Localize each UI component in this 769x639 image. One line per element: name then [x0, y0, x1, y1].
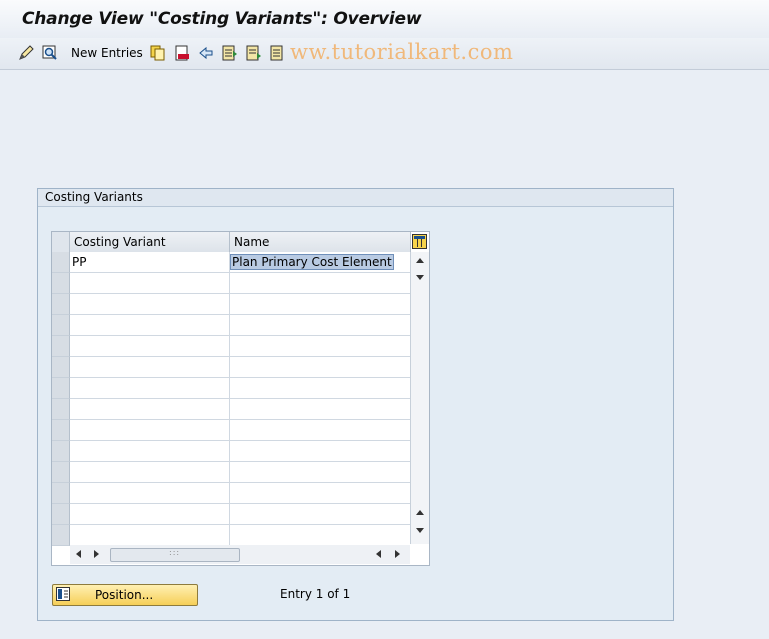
undo-icon[interactable]	[198, 45, 214, 61]
cell-costing-variant[interactable]	[70, 378, 230, 399]
row-selector[interactable]	[52, 441, 70, 462]
cell-name[interactable]	[230, 504, 410, 525]
horizontal-scrollbar[interactable]: :::	[70, 545, 410, 564]
cell-costing-variant[interactable]	[70, 357, 230, 378]
position-button-label: Position...	[95, 588, 154, 602]
scroll-right-icon[interactable]	[94, 550, 99, 558]
cell-name[interactable]	[230, 378, 410, 399]
row-selector[interactable]	[52, 336, 70, 357]
cell-name[interactable]	[230, 462, 410, 483]
copy-icon[interactable]	[150, 45, 166, 61]
cell-costing-variant[interactable]	[70, 441, 230, 462]
row-selector[interactable]	[52, 294, 70, 315]
cell-costing-variant[interactable]	[70, 336, 230, 357]
cell-name[interactable]: Plan Primary Cost Element	[230, 252, 410, 273]
horizontal-scroll-thumb[interactable]: :::	[110, 548, 240, 562]
find-icon[interactable]	[42, 45, 58, 61]
table-row[interactable]	[52, 315, 410, 336]
row-selector[interactable]	[52, 357, 70, 378]
select-block-icon[interactable]	[246, 45, 262, 61]
row-selector[interactable]	[52, 525, 70, 546]
cell-name[interactable]	[230, 294, 410, 315]
row-selector[interactable]	[52, 315, 70, 336]
select-all-rows-button[interactable]	[52, 232, 70, 253]
cell-costing-variant[interactable]	[70, 294, 230, 315]
table-row[interactable]	[52, 483, 410, 504]
cell-costing-variant[interactable]	[70, 504, 230, 525]
costing-variants-table: Costing Variant Name PP Plan Primary Cost…	[51, 231, 430, 566]
page-up-icon[interactable]	[416, 510, 424, 515]
cell-name[interactable]	[230, 420, 410, 441]
select-all-icon[interactable]	[222, 45, 238, 61]
table-row[interactable]	[52, 462, 410, 483]
cell-costing-variant[interactable]	[70, 420, 230, 441]
cell-text: PP	[72, 255, 87, 269]
table-row[interactable]	[52, 399, 410, 420]
scroll-up-icon[interactable]	[416, 258, 424, 263]
page-title: Change View "Costing Variants": Overview	[22, 9, 422, 29]
cell-costing-variant[interactable]: PP	[70, 252, 230, 273]
page-down-icon[interactable]	[416, 528, 424, 533]
table-row[interactable]	[52, 273, 410, 294]
table-row[interactable]	[52, 357, 410, 378]
new-entries-button[interactable]: New Entries	[71, 46, 143, 60]
cell-name[interactable]	[230, 336, 410, 357]
application-toolbar: New Entries ww.tutorialkart.com	[0, 38, 769, 70]
page-right-icon[interactable]	[395, 550, 400, 558]
cell-costing-variant[interactable]	[70, 462, 230, 483]
row-selector[interactable]	[52, 483, 70, 504]
cell-name[interactable]	[230, 441, 410, 462]
column-header-name[interactable]: Name	[230, 232, 411, 253]
table-row[interactable]	[52, 441, 410, 462]
table-row[interactable]	[52, 420, 410, 441]
cell-costing-variant[interactable]	[70, 525, 230, 546]
group-title: Costing Variants	[45, 190, 143, 204]
row-selector[interactable]	[52, 462, 70, 483]
cell-name[interactable]	[230, 483, 410, 504]
row-selector[interactable]	[52, 378, 70, 399]
scroll-left-icon[interactable]	[76, 550, 81, 558]
cell-name[interactable]	[230, 525, 410, 546]
column-header-costing-variant[interactable]: Costing Variant	[70, 232, 230, 253]
row-selector[interactable]	[52, 420, 70, 441]
cell-name[interactable]	[230, 315, 410, 336]
cell-name[interactable]	[230, 399, 410, 420]
table-row[interactable]: PP Plan Primary Cost Element	[52, 252, 410, 273]
watermark: ww.tutorialkart.com	[290, 40, 514, 64]
scroll-down-icon[interactable]	[416, 275, 424, 280]
page-left-icon[interactable]	[376, 550, 381, 558]
row-selector[interactable]	[52, 273, 70, 294]
row-selector[interactable]	[52, 504, 70, 525]
table-row[interactable]	[52, 525, 410, 546]
cell-text: Plan Primary Cost Element	[230, 254, 394, 270]
delete-icon[interactable]	[174, 45, 190, 61]
position-icon	[56, 587, 70, 601]
row-selector[interactable]	[52, 252, 70, 273]
cell-costing-variant[interactable]	[70, 399, 230, 420]
table-row[interactable]	[52, 336, 410, 357]
deselect-all-icon[interactable]	[270, 45, 286, 61]
costing-variants-group: Costing Variants Costing Variant Name PP…	[37, 188, 674, 621]
row-selector[interactable]	[52, 399, 70, 420]
entry-count: Entry 1 of 1	[280, 587, 351, 601]
position-button[interactable]: Position...	[52, 584, 198, 606]
cell-name[interactable]	[230, 273, 410, 294]
table-settings-icon[interactable]	[412, 234, 427, 249]
table-row[interactable]	[52, 504, 410, 525]
cell-costing-variant[interactable]	[70, 273, 230, 294]
group-header: Costing Variants	[38, 189, 673, 207]
vertical-scrollbar[interactable]	[410, 252, 429, 544]
display-change-icon[interactable]	[18, 45, 34, 61]
cell-costing-variant[interactable]	[70, 483, 230, 504]
table-row[interactable]	[52, 378, 410, 399]
title-bar: Change View "Costing Variants": Overview	[0, 0, 769, 39]
table-row[interactable]	[52, 294, 410, 315]
cell-costing-variant[interactable]	[70, 315, 230, 336]
cell-name[interactable]	[230, 357, 410, 378]
